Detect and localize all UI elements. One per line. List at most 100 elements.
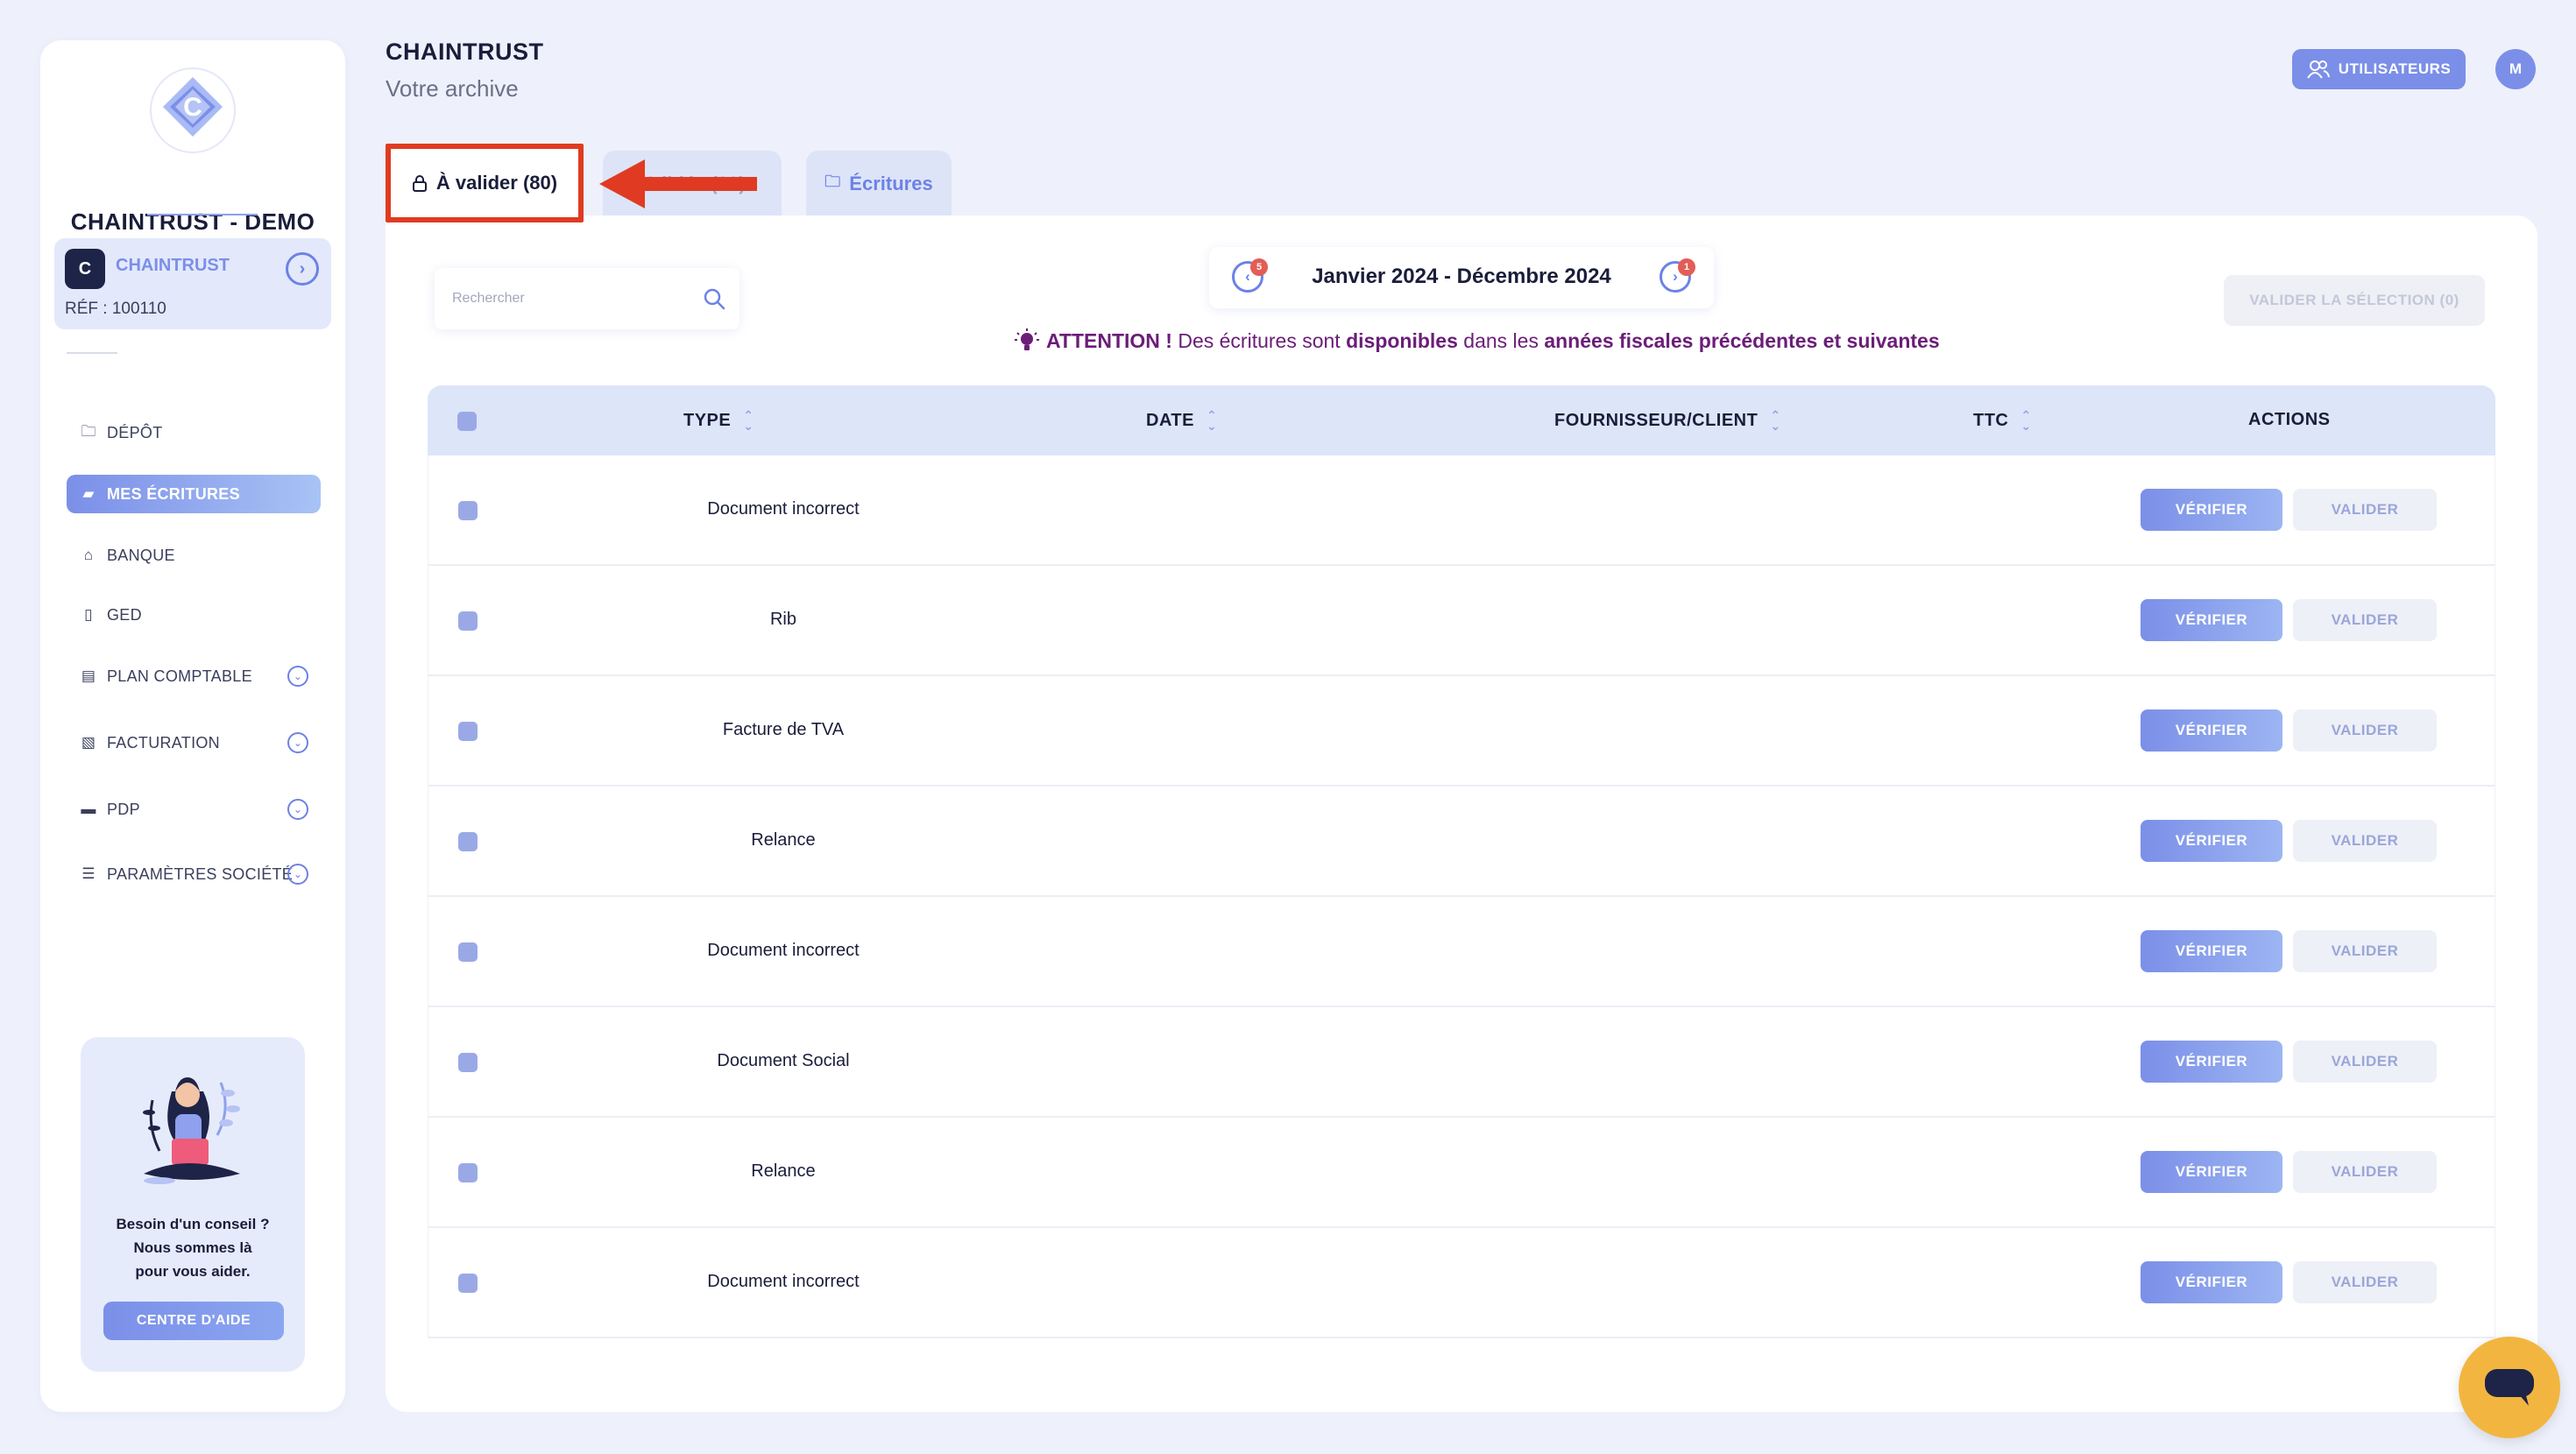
chevron-down-icon[interactable]: ⌄ — [287, 732, 308, 753]
validate-button[interactable]: VALIDER — [2293, 1261, 2437, 1303]
sort-icon[interactable]: ⌃ ⌄ — [1207, 409, 1217, 432]
company-card[interactable]: C CHAINTRUST RÉF : 100110 › — [54, 238, 331, 329]
table-row: Facture de TVA VÉRIFIER VALIDER — [428, 676, 2495, 787]
period-selector: ‹ 5 Janvier 2024 - Décembre 2024 › 1 — [1209, 247, 1714, 308]
row-checkbox[interactable] — [458, 611, 478, 631]
validate-button[interactable]: VALIDER — [2293, 1151, 2437, 1193]
company-name-underline — [147, 214, 258, 215]
help-text-line: pour vous aider. — [135, 1263, 251, 1280]
search-icon[interactable] — [701, 286, 727, 312]
verify-button[interactable]: VÉRIFIER — [2141, 1151, 2282, 1193]
table-row: Relance VÉRIFIER VALIDER — [428, 1118, 2495, 1228]
row-checkbox[interactable] — [458, 501, 478, 520]
verify-button[interactable]: VÉRIFIER — [2141, 489, 2282, 531]
tab-entries[interactable]: 🗀 Écritures — [806, 151, 952, 217]
sort-icon[interactable]: ⌃ ⌄ — [1770, 409, 1780, 432]
table-row: Relance VÉRIFIER VALIDER — [428, 787, 2495, 897]
row-checkbox[interactable] — [458, 832, 478, 851]
row-checkbox[interactable] — [458, 1163, 478, 1182]
sort-icon[interactable]: ⌃ ⌄ — [743, 409, 754, 432]
chaintrust-logo-icon: C — [150, 67, 236, 153]
row-type: Rib — [769, 610, 796, 629]
sidebar-item-paramètres-société[interactable]: ☰ PARAMÈTRES SOCIÉTÉ ⌄ — [67, 855, 321, 893]
verify-button[interactable]: VÉRIFIER — [2141, 1261, 2282, 1303]
help-center-button[interactable]: CENTRE D'AIDE — [103, 1302, 284, 1340]
sidebar-item-mes-écritures[interactable]: ▰ MES ÉCRITURES — [67, 475, 321, 513]
sidebar-item-pdp[interactable]: ▬ PDP ⌄ — [67, 790, 321, 829]
company-logo-icon: C — [65, 249, 105, 289]
bank-icon: ⌂ — [83, 547, 94, 563]
row-type: Document incorrect — [707, 941, 860, 960]
help-text: Besoin d'un conseil ? Nous sommes là pou… — [81, 1212, 305, 1283]
column-actions-label: ACTIONS — [2248, 410, 2331, 429]
validate-button[interactable]: VALIDER — [2293, 489, 2437, 531]
table-row: Document Social VÉRIFIER VALIDER — [428, 1007, 2495, 1118]
attention-text: ATTENTION ! Des écritures sont disponibl… — [1046, 329, 1940, 353]
sidebar-item-label: GED — [107, 605, 142, 624]
tab-to-validate[interactable]: À valider (80) — [386, 144, 584, 222]
table-body: Document incorrect VÉRIFIER VALIDER Rib VÉRI… — [428, 455, 2495, 1338]
users-button[interactable]: UTILISATEURS — [2292, 49, 2466, 89]
column-supplier-label: FOURNISSEUR/CLIENT — [1554, 410, 1759, 430]
card-icon: ▬ — [81, 801, 96, 817]
verify-button[interactable]: VÉRIFIER — [2141, 1041, 2282, 1083]
row-type: Document incorrect — [707, 499, 860, 519]
validate-selection-button[interactable]: VALIDER LA SÉLECTION (0) — [2224, 275, 2485, 326]
validate-button[interactable]: VALIDER — [2293, 709, 2437, 752]
chevron-down-icon[interactable]: ⌄ — [287, 666, 308, 687]
sidebar-item-ged[interactable]: ▯ GED — [67, 596, 321, 634]
company-card-name: CHAINTRUST — [116, 256, 230, 275]
sidebar-item-label: PLAN COMPTABLE — [107, 667, 252, 685]
column-ttc[interactable]: TTC ⌃ ⌄ — [1973, 409, 2032, 432]
chevron-down-icon[interactable]: ⌄ — [287, 799, 308, 820]
lightbulb-icon — [1015, 328, 1039, 350]
row-checkbox[interactable] — [458, 942, 478, 962]
help-text-line: Nous sommes là — [133, 1239, 252, 1256]
help-text-line: Besoin d'un conseil ? — [116, 1216, 270, 1232]
sliders-icon: ☰ — [81, 865, 96, 882]
verify-button[interactable]: VÉRIFIER — [2141, 820, 2282, 862]
sidebar-item-banque[interactable]: ⌂ BANQUE — [67, 536, 321, 575]
page-title: CHAINTRUST — [386, 39, 544, 65]
sidebar-item-label: BANQUE — [107, 546, 175, 564]
validate-button[interactable]: VALIDER — [2293, 599, 2437, 641]
document-search-icon: ▯ — [84, 606, 93, 623]
help-illustration-icon — [143, 1077, 240, 1184]
validate-button[interactable]: VALIDER — [2293, 1041, 2437, 1083]
row-type: Relance — [751, 830, 816, 850]
select-all-checkbox[interactable] — [457, 412, 477, 431]
chat-button[interactable] — [2459, 1337, 2560, 1438]
row-checkbox[interactable] — [458, 1274, 478, 1293]
row-checkbox[interactable] — [458, 1053, 478, 1072]
page-subtitle: Votre archive — [386, 75, 519, 102]
column-supplier[interactable]: FOURNISSEUR/CLIENT ⌃ ⌄ — [1554, 409, 1781, 432]
sidebar-item-plan-comptable[interactable]: ▤ PLAN COMPTABLE ⌄ — [67, 657, 321, 695]
row-checkbox[interactable] — [458, 722, 478, 741]
chevron-right-icon[interactable]: › — [286, 252, 319, 286]
column-date[interactable]: DATE ⌃ ⌄ — [1146, 409, 1217, 432]
sort-icon[interactable]: ⌃ ⌄ — [2020, 409, 2031, 432]
table-row: Rib VÉRIFIER VALIDER — [428, 566, 2495, 676]
folder-icon: 🗀 — [81, 422, 96, 440]
chevron-down-icon[interactable]: ⌄ — [287, 864, 308, 885]
validate-button[interactable]: VALIDER — [2293, 820, 2437, 862]
search-input[interactable] — [452, 286, 697, 312]
sidebar-item-label: PDP — [107, 800, 140, 818]
chat-icon — [2485, 1369, 2534, 1406]
sidebar-divider — [67, 352, 117, 354]
sidebar-item-label: PARAMÈTRES SOCIÉTÉ — [107, 865, 294, 883]
validate-button[interactable]: VALIDER — [2293, 930, 2437, 972]
lock-icon — [412, 175, 427, 192]
verify-button[interactable]: VÉRIFIER — [2141, 709, 2282, 752]
table-row: Document incorrect VÉRIFIER VALIDER — [428, 1228, 2495, 1338]
verify-button[interactable]: VÉRIFIER — [2141, 930, 2282, 972]
avatar[interactable]: M — [2495, 49, 2536, 89]
tab-entries-label: Écritures — [849, 173, 933, 194]
verify-button[interactable]: VÉRIFIER — [2141, 599, 2282, 641]
sidebar-item-dépôt[interactable]: 🗀 DÉPÔT — [67, 413, 321, 452]
invoice-icon: ▧ — [81, 734, 96, 751]
sidebar-item-facturation[interactable]: ▧ FACTURATION ⌄ — [67, 723, 321, 762]
column-type[interactable]: TYPE ⌃ ⌄ — [683, 409, 754, 432]
sidebar: C CHAINTRUST - DEMO C CHAINTRUST RÉF : 1… — [40, 40, 345, 1412]
chevron-right-icon[interactable]: › 1 — [1660, 258, 1695, 293]
